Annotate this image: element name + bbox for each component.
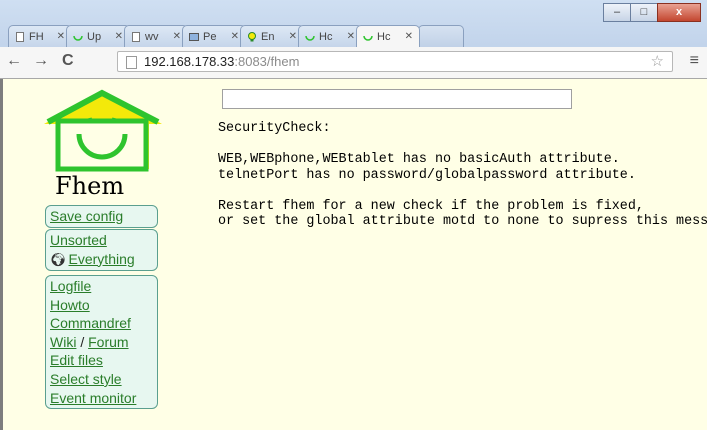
logfile-link[interactable]: Logfile bbox=[50, 277, 153, 296]
tab-label: En bbox=[261, 30, 275, 43]
tab-label: FH bbox=[29, 30, 44, 43]
back-button[interactable]: ← bbox=[6, 52, 22, 70]
tab-label: Hc bbox=[319, 30, 333, 43]
command-input[interactable] bbox=[222, 89, 572, 109]
browser-window-frame: – □ x FH ✕ Up ✕ wv ✕ Pe ✕ En ✕ Hc ✕ Hc ✕… bbox=[0, 0, 707, 79]
tab-label: Up bbox=[87, 30, 102, 43]
commandref-link[interactable]: Commandref bbox=[50, 314, 153, 333]
close-tab-icon[interactable]: ✕ bbox=[231, 31, 239, 42]
fhem-logo-icon[interactable] bbox=[36, 88, 170, 176]
close-tab-icon[interactable]: ✕ bbox=[347, 31, 355, 42]
browser-toolbar: ← → C 192.168.178.33:8083/fhem ☆ ≡ bbox=[0, 47, 707, 79]
wiki-link[interactable]: Wiki bbox=[50, 334, 76, 350]
close-tab-icon[interactable]: ✕ bbox=[289, 31, 297, 42]
smiley-icon bbox=[73, 35, 83, 41]
event-monitor-link[interactable]: Event monitor bbox=[50, 389, 153, 408]
close-tab-icon[interactable]: ✕ bbox=[173, 31, 181, 42]
tab-7-active[interactable]: Hc ✕ bbox=[356, 25, 420, 47]
reload-button[interactable]: C bbox=[62, 52, 74, 70]
room-everything-item[interactable]: 🌍︎ Everything bbox=[50, 250, 153, 270]
url-host: 192.168.178.33 bbox=[144, 54, 235, 69]
bookmark-star-icon[interactable]: ☆ bbox=[651, 52, 664, 71]
globe-icon: 🌍︎ bbox=[50, 251, 67, 267]
link-separator: / bbox=[76, 333, 89, 350]
wiki-forum-row: Wiki / Forum bbox=[50, 333, 153, 352]
forward-button[interactable]: → bbox=[33, 52, 49, 70]
save-config-link[interactable]: Save config bbox=[50, 207, 153, 226]
howto-link[interactable]: Howto bbox=[50, 296, 153, 315]
page-icon bbox=[16, 31, 24, 42]
tab-label: Hc bbox=[377, 30, 391, 43]
links-box: Logfile Howto Commandref Wiki / Forum Ed… bbox=[45, 275, 158, 410]
new-tab-button[interactable] bbox=[418, 25, 464, 47]
security-check-message: SecurityCheck: WEB,WEBphone,WEBtablet ha… bbox=[218, 121, 707, 229]
picture-icon bbox=[189, 32, 199, 41]
tab-5[interactable]: En ✕ bbox=[240, 25, 304, 47]
page-icon bbox=[126, 56, 137, 69]
menu-icon[interactable]: ≡ bbox=[690, 52, 699, 70]
smiley-icon bbox=[363, 35, 373, 41]
smiley-icon bbox=[305, 35, 315, 41]
tab-4[interactable]: Pe ✕ bbox=[182, 25, 246, 47]
page-icon bbox=[132, 31, 140, 42]
forum-link[interactable]: Forum bbox=[88, 334, 128, 350]
bulb-icon bbox=[248, 31, 256, 41]
select-style-link[interactable]: Select style bbox=[50, 370, 153, 389]
window-controls: – □ x bbox=[603, 3, 701, 22]
tab-label: Pe bbox=[203, 30, 217, 43]
tab-1[interactable]: FH ✕ bbox=[8, 25, 72, 47]
tab-6[interactable]: Hc ✕ bbox=[298, 25, 362, 47]
edit-files-link[interactable]: Edit files bbox=[50, 351, 153, 370]
maximize-button[interactable]: □ bbox=[630, 3, 658, 22]
tab-3[interactable]: wv ✕ bbox=[124, 25, 188, 47]
tab-strip: FH ✕ Up ✕ wv ✕ Pe ✕ En ✕ Hc ✕ Hc ✕ bbox=[8, 25, 688, 47]
address-bar[interactable]: 192.168.178.33:8083/fhem ☆ bbox=[117, 51, 673, 72]
tab-label: wv bbox=[145, 30, 159, 43]
fhem-title: Fhem bbox=[55, 172, 125, 200]
room-everything-link[interactable]: Everything bbox=[69, 251, 135, 267]
close-tab-icon[interactable]: ✕ bbox=[115, 31, 123, 42]
page-left-border bbox=[0, 79, 3, 430]
rooms-box: Unsorted 🌍︎ Everything bbox=[45, 229, 158, 272]
tab-2[interactable]: Up ✕ bbox=[66, 25, 130, 47]
close-window-button[interactable]: x bbox=[657, 3, 701, 22]
room-unsorted-link[interactable]: Unsorted bbox=[50, 231, 153, 250]
url-path: :8083/fhem bbox=[234, 54, 300, 69]
close-tab-icon[interactable]: ✕ bbox=[405, 31, 413, 42]
save-config-box: Save config bbox=[45, 205, 158, 228]
minimize-button[interactable]: – bbox=[603, 3, 631, 22]
close-tab-icon[interactable]: ✕ bbox=[57, 31, 65, 42]
